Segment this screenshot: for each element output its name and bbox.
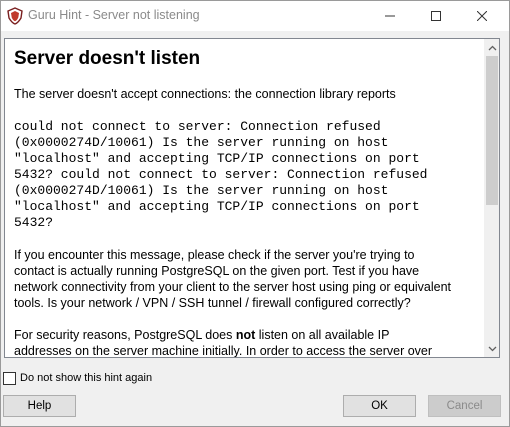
dont-show-again-checkbox[interactable]: [3, 371, 16, 385]
paragraph-line: contact is actually running PostgreSQL o…: [14, 264, 420, 278]
ok-button[interactable]: OK: [343, 395, 416, 417]
paragraph-line: tools. Is your network / VPN / SSH tunne…: [14, 296, 411, 310]
error-line: "localhost" and accepting TCP/IP connect…: [14, 151, 420, 166]
scroll-up-button[interactable]: [484, 39, 499, 56]
error-line: 5432?: [14, 215, 54, 230]
minimize-button[interactable]: [367, 1, 413, 31]
cancel-button[interactable]: Cancel: [428, 395, 501, 417]
scroll-down-button[interactable]: [484, 340, 499, 357]
maximize-icon: [431, 11, 441, 21]
paragraph-line: addresses on the server machine initiall…: [14, 344, 433, 358]
vertical-scrollbar[interactable]: [484, 39, 499, 357]
error-line: (0x0000274D/10061) Is the server running…: [14, 183, 389, 198]
hint-dialog: Guru Hint - Server not listening Server …: [0, 0, 510, 427]
paragraph-text: For security reasons, PostgreSQL does: [14, 328, 236, 342]
paragraph-text: listen on all available IP: [255, 328, 390, 342]
close-button[interactable]: [459, 1, 505, 31]
help-button[interactable]: Help: [3, 395, 76, 417]
guru-hint-shield-icon: [7, 7, 23, 25]
hint-intro: The server doesn't accept connections: t…: [14, 87, 396, 101]
close-icon: [477, 11, 487, 21]
paragraph-line: If you encounter this message, please ch…: [14, 248, 415, 262]
hint-content-pane[interactable]: Server doesn't listen The server doesn't…: [4, 38, 500, 358]
chevron-up-icon: [488, 45, 496, 50]
error-line: could not connect to server: Connection …: [14, 119, 381, 134]
error-line: (0x0000274D/10061) Is the server running…: [14, 135, 389, 150]
paragraph-line: network connectivity from your client to…: [14, 280, 452, 294]
chevron-down-icon: [488, 346, 496, 351]
hint-heading: Server doesn't listen: [14, 48, 201, 69]
title-bar[interactable]: Guru Hint - Server not listening: [1, 1, 509, 31]
dont-show-again-label[interactable]: Do not show this hint again: [20, 372, 152, 384]
error-line: "localhost" and accepting TCP/IP connect…: [14, 199, 420, 214]
dont-show-again-row[interactable]: Do not show this hint again: [3, 370, 152, 386]
error-line: 5432? could not connect to server: Conne…: [14, 167, 428, 182]
maximize-button[interactable]: [413, 1, 459, 31]
minimize-icon: [385, 15, 395, 17]
scrollbar-thumb[interactable]: [486, 56, 498, 205]
emphasis-text: not: [235, 328, 256, 342]
paragraph-line: For security reasons, PostgreSQL does no…: [14, 328, 389, 342]
window-title: Guru Hint - Server not listening: [28, 8, 200, 22]
